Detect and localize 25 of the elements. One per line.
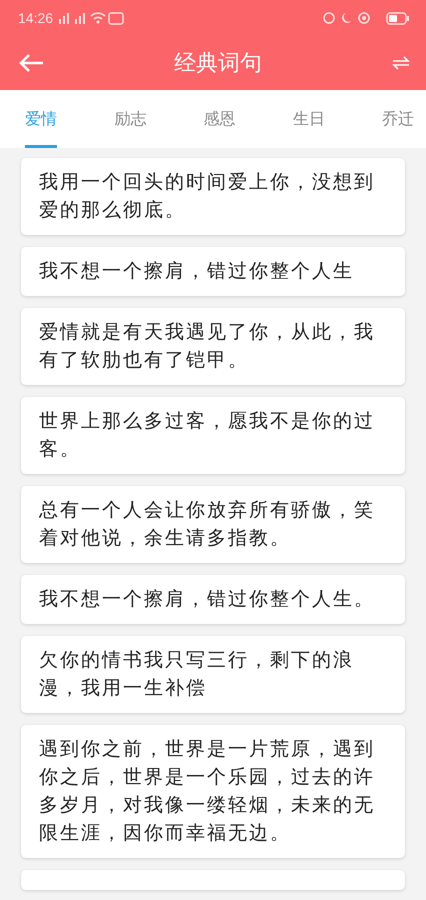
quote-text: 我不想一个擦肩，错过你整个人生。 xyxy=(39,587,376,612)
page-title: 经典词句 xyxy=(173,50,263,78)
quote-card[interactable]: 世界上那么多过客，愿我不是你的过客。 xyxy=(21,397,405,474)
quote-card[interactable]: 爱情就是有天我遇见了你，从此，我有了软肋也有了铠甲。 xyxy=(21,308,405,385)
quote-text: 我用一个回头的时间爱上你，没想到爱的那么彻底。 xyxy=(39,170,376,223)
quote-text: 总有一个人会让你放弃所有骄傲，笑着对他说，余生请多指教。 xyxy=(39,498,376,551)
status-time: 14:26 xyxy=(18,10,54,26)
quote-card[interactable]: 遇到你之前，世界是一片荒原，遇到你之后，世界是一个乐园，过去的许多岁月，对我像一缕轻烟，未来的无限生涯，因你而幸福无边。 xyxy=(21,725,405,858)
quote-text: 欠你的情书我只写三行，剩下的浪漫，我用一生补偿 xyxy=(39,648,355,701)
quote-card[interactable]: 总有一个人会让你放弃所有骄傲，笑着对他说，余生请多指教。 xyxy=(21,486,405,563)
quote-card[interactable]: 我用一个回头的时间爱上你，没想到爱的那么彻底。 xyxy=(21,158,405,235)
back-icon[interactable] xyxy=(18,53,44,73)
quote-text: 遇到你之前，世界是一片荒原，遇到你之后，世界是一个乐园，过去的许多岁月，对我像一缕轻烟，未来的无限生涯，因你而幸福无边。 xyxy=(39,737,376,846)
quote-text: 我不想一个擦肩，错过你整个人生 xyxy=(39,259,355,284)
quote-card[interactable]: 我不想一个擦肩，错过你整个人生 xyxy=(21,247,405,296)
category-tab[interactable]: 励志 xyxy=(114,90,146,148)
quote-text: 世界上那么多过客，愿我不是你的过客。 xyxy=(39,409,376,462)
category-tab[interactable]: 感恩 xyxy=(204,90,236,148)
category-tab[interactable]: 乔迁 xyxy=(382,90,414,148)
quote-card[interactable]: 我不想一个擦肩，错过你整个人生。 xyxy=(21,575,405,624)
category-tab[interactable]: 生日 xyxy=(292,90,325,148)
battery-icon xyxy=(386,12,410,24)
quote-card[interactable]: 欠你的情书我只写三行，剩下的浪漫，我用一生补偿 xyxy=(21,636,405,713)
quote-text: 爱情就是有天我遇见了你，从此，我有了软肋也有了铠甲。 xyxy=(39,320,376,373)
swap-icon[interactable] xyxy=(392,55,410,71)
